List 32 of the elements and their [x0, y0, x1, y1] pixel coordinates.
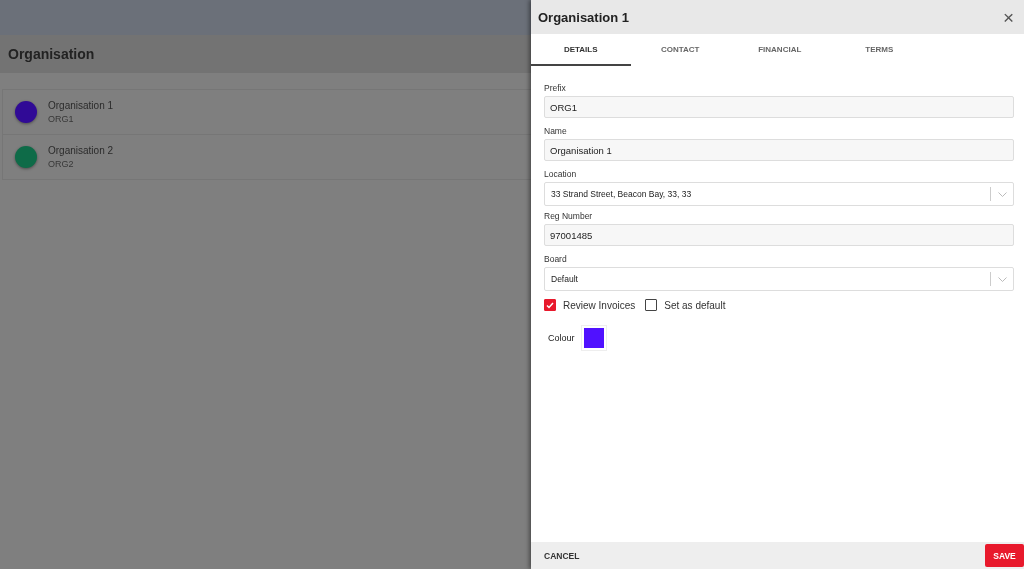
drawer-title: Organisation 1 [538, 9, 630, 25]
field-label: Prefix [544, 83, 567, 93]
checkbox[interactable] [544, 299, 556, 311]
organisation-code: ORG1 [48, 114, 75, 124]
checkbox[interactable] [645, 299, 658, 311]
cancel-button[interactable]: CANCEL [544, 550, 580, 561]
organisation-name: Organisation 2 [48, 145, 114, 156]
input-field[interactable]: Organisation 1 [544, 139, 1014, 161]
chevron-down-icon [997, 276, 1007, 282]
field-label: Location [544, 169, 578, 179]
field-label: Name [544, 126, 568, 136]
field-label: Board [544, 254, 568, 264]
select-field[interactable]: 33 Strand Street, Beacon Bay, 33, 33 [544, 182, 1014, 206]
organisation-name: Organisation 1 [48, 100, 114, 111]
field-label: Reg Number [544, 211, 594, 221]
chevron-down-icon [997, 191, 1007, 197]
close-button[interactable]: × [1002, 7, 1014, 27]
tab[interactable]: DETAILS [531, 34, 631, 66]
checkbox-label: Set as default [664, 299, 726, 311]
tab[interactable]: TERMS [829, 34, 929, 66]
organisation-item[interactable]: Organisation 2 ORG2 [3, 135, 531, 179]
organisation-code: ORG2 [48, 159, 75, 169]
tab[interactable]: CONTACT [630, 34, 730, 66]
input-field[interactable]: 97001485 [544, 224, 1014, 246]
input-field[interactable]: ORG1 [544, 96, 1014, 118]
tab[interactable]: FINANCIAL [730, 34, 830, 66]
colour-label: Colour [548, 333, 575, 343]
checkbox-label: Review Invoices [563, 299, 636, 311]
organisation-item[interactable]: Organisation 1 ORG1 [3, 90, 531, 135]
save-button[interactable]: SAVE [985, 544, 1024, 567]
page-title: Organisation [8, 46, 95, 62]
select-field[interactable]: Default [544, 267, 1014, 291]
